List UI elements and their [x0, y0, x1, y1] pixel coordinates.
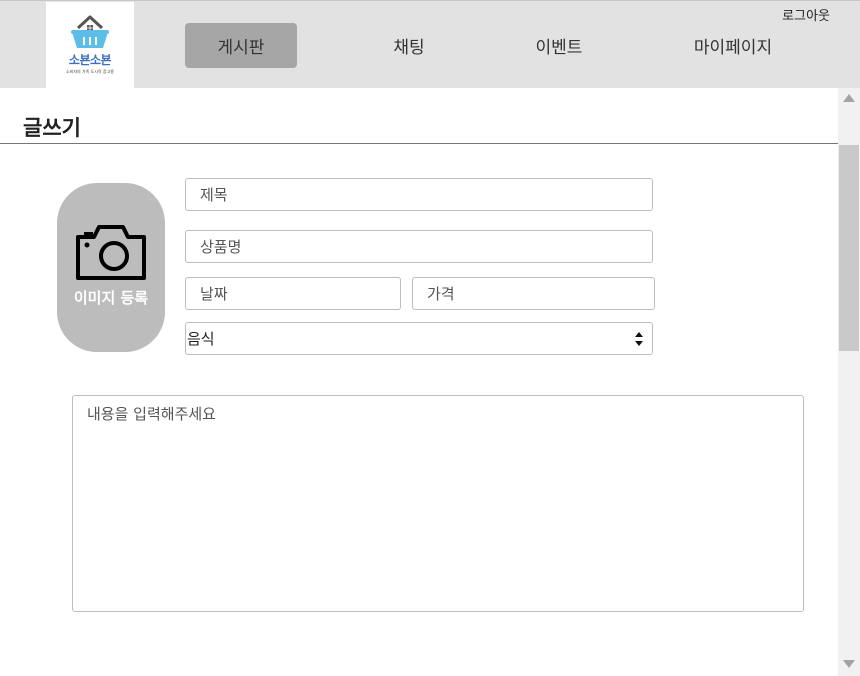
- nav-tab-event[interactable]: 이벤트: [506, 23, 612, 68]
- vertical-scrollbar[interactable]: [838, 88, 860, 676]
- category-select[interactable]: 음식: [185, 322, 653, 355]
- date-input[interactable]: 날짜: [185, 277, 401, 310]
- camera-icon: [76, 225, 146, 280]
- content-textarea[interactable]: 내용을 입력해주세요: [72, 395, 804, 612]
- top-navigation-bar: 소뵨소뵨 소비자의 가족 도시락 참고용 게시판 채팅 이벤트 마이페이지 로그…: [0, 0, 860, 89]
- page-title: 글쓰기: [23, 116, 81, 140]
- basket-house-icon: [71, 15, 109, 48]
- category-selected-value: 음식: [187, 330, 215, 348]
- logo[interactable]: 소뵨소뵨 소비자의 가족 도시락 참고용: [46, 2, 134, 89]
- scroll-down-arrow-icon[interactable]: [843, 660, 855, 668]
- scroll-up-arrow-icon[interactable]: [843, 94, 855, 102]
- image-upload-label: 이미지 등록: [73, 289, 149, 307]
- logo-text: 소뵨소뵨: [68, 53, 112, 67]
- select-arrows-icon: [635, 332, 643, 346]
- title-divider: [0, 143, 838, 144]
- nav-tab-mypage[interactable]: 마이페이지: [678, 23, 788, 68]
- product-name-input[interactable]: 상품명: [185, 230, 653, 263]
- image-upload-button[interactable]: 이미지 등록: [57, 183, 165, 352]
- price-input[interactable]: 가격: [412, 277, 655, 310]
- title-input[interactable]: 제목: [185, 178, 653, 211]
- scrollbar-thumb[interactable]: [839, 145, 859, 351]
- logout-link[interactable]: 로그아웃: [782, 5, 830, 24]
- nav-tab-chat[interactable]: 채팅: [360, 23, 458, 68]
- nav-tab-board[interactable]: 게시판: [185, 23, 297, 68]
- logo-subtitle: 소비자의 가족 도시락 참고용: [66, 69, 114, 74]
